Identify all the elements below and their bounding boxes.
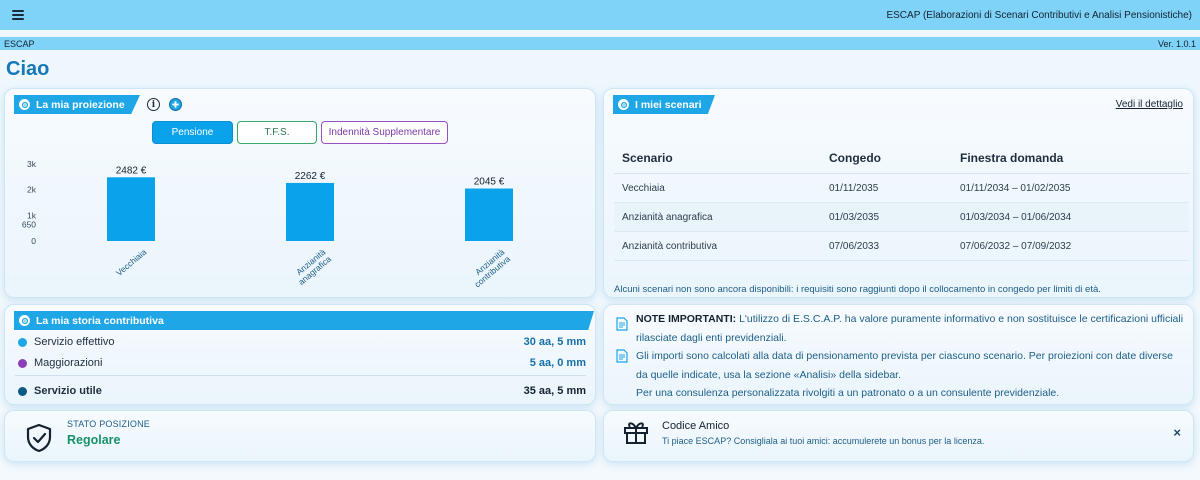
row-value: 30 aa, 5 mm <box>523 336 586 348</box>
gear-icon <box>618 99 629 110</box>
note-text: L'utilizzo di E.S.C.A.P. ha valore puram… <box>739 313 1184 325</box>
row-label: Servizio effettivo <box>34 336 115 348</box>
app-title: ESCAP (Elaborazioni di Scenari Contribut… <box>886 9 1192 21</box>
cell-congedo: 07/06/2033 <box>821 231 952 261</box>
sub-bar: ESCAP Ver. 1.0.1 <box>0 37 1200 50</box>
menu-icon[interactable] <box>12 10 24 20</box>
tab-tfs[interactable]: T.F.S. <box>237 121 317 144</box>
cell-scenario: Vecchiaia <box>614 173 821 203</box>
servizio-effettivo-row: Servizio effettivo 30 aa, 5 mm <box>18 336 586 348</box>
note-card: NOTE IMPORTANTI: L'utilizzo di E.S.C.A.P… <box>603 304 1194 405</box>
proiezione-title: La mia proiezione <box>36 98 125 111</box>
table-row[interactable]: Anzianità anagrafica 01/03/2035 01/03/20… <box>614 202 1189 232</box>
cell-congedo: 01/11/2035 <box>821 173 952 203</box>
note-heading: NOTE IMPORTANTI: <box>636 313 737 325</box>
cell-scenario: Anzianità contributiva <box>614 231 821 261</box>
scenari-title: I miei scenari <box>635 98 702 111</box>
x-tick-label: Anzianitàanagrafica <box>290 247 333 287</box>
legend-dot <box>18 386 27 396</box>
row-value: 5 aa, 0 mm <box>529 357 586 369</box>
note-line-4: da quelle indicate, usa la sezione «Anal… <box>636 369 902 381</box>
y-tick-label: 650 <box>22 219 36 229</box>
scenari-card: I miei scenari Vedi il dettaglio Scenari… <box>603 88 1194 298</box>
tab-indennita[interactable]: Indennità Supplementare <box>321 121 448 144</box>
proiezione-tab: La mia proiezione <box>14 95 140 114</box>
row-label: Maggiorazioni <box>34 357 103 369</box>
pension-bar-chart: 3k2k1k65002482 €Vecchiaia2262 €Anzianità… <box>22 159 513 290</box>
stato-label: STATO POSIZIONE <box>67 419 151 429</box>
amico-title: Codice Amico <box>662 420 730 432</box>
storia-tab: La mia storia contributiva <box>14 311 594 330</box>
table-row[interactable]: Vecchiaia 01/11/2035 01/11/2034 – 01/02/… <box>614 173 1189 203</box>
cell-scenario: Anzianità anagrafica <box>614 202 821 232</box>
legend-dot <box>18 358 27 368</box>
scenari-table: Scenario Congedo Finestra domanda Vecchi… <box>614 145 1189 261</box>
cell-congedo: 01/03/2035 <box>821 202 952 232</box>
legend-dot <box>18 337 27 347</box>
row-label: Servizio utile <box>34 385 102 397</box>
y-tick-label: 3k <box>27 159 37 169</box>
note-line-2: rilasciate dagli enti previdenziali. <box>636 332 787 344</box>
x-tick-label: Vecchiaia <box>114 247 149 278</box>
document-icon <box>616 349 628 363</box>
maggiorazioni-row: Maggiorazioni 5 aa, 0 mm <box>18 357 586 369</box>
col-scenario: Scenario <box>614 145 821 174</box>
tab-pensione[interactable]: Pensione <box>152 121 233 144</box>
shield-check-icon <box>26 423 52 453</box>
info-icon[interactable]: i <box>147 98 160 111</box>
divider <box>15 375 586 376</box>
cell-finestra: 01/03/2034 – 01/06/2034 <box>952 202 1189 232</box>
cell-finestra: 07/06/2032 – 07/09/2032 <box>952 231 1189 261</box>
note-line-5: Per una consulenza personalizzata rivolg… <box>636 387 1060 399</box>
gear-icon <box>19 99 30 110</box>
storia-title: La mia storia contributiva <box>36 314 164 327</box>
cell-finestra: 01/11/2034 – 01/02/2035 <box>952 173 1189 203</box>
y-tick-label: 2k <box>27 185 37 195</box>
gear-icon <box>19 315 30 326</box>
proiezione-card: La mia proiezione i Pensione T.F.S. Inde… <box>4 88 596 298</box>
app-name: ESCAP <box>4 38 35 49</box>
stato-card: STATO POSIZIONE Regolare <box>4 410 596 462</box>
codice-amico-card: Codice Amico Ti piace ESCAP? Consigliala… <box>603 410 1194 462</box>
y-tick-label: 0 <box>31 236 36 246</box>
vedi-dettaglio-link[interactable]: Vedi il dettaglio <box>1116 99 1183 110</box>
col-congedo: Congedo <box>821 145 952 174</box>
bar[interactable] <box>107 177 155 241</box>
col-finestra: Finestra domanda <box>952 145 1189 174</box>
greeting: Ciao <box>6 58 50 80</box>
scenari-note: Alcuni scenari non sono ancora disponibi… <box>614 284 1101 295</box>
row-value: 35 aa, 5 mm <box>523 385 586 397</box>
close-icon[interactable]: × <box>1173 425 1181 440</box>
bar-value-label: 2262 € <box>295 171 326 182</box>
servizio-utile-row: Servizio utile 35 aa, 5 mm <box>18 385 586 397</box>
note-line-1: NOTE IMPORTANTI: L'utilizzo di E.S.C.A.P… <box>636 310 1185 329</box>
note-line-3: Gli importi sono calcolati alla data di … <box>636 350 1173 362</box>
table-header-row: Scenario Congedo Finestra domanda <box>614 145 1189 174</box>
bar-value-label: 2045 € <box>474 177 505 188</box>
add-icon[interactable] <box>169 98 182 111</box>
table-row[interactable]: Anzianità contributiva 07/06/2033 07/06/… <box>614 231 1189 261</box>
document-icon <box>616 317 628 331</box>
bar[interactable] <box>465 188 513 241</box>
bar[interactable] <box>286 182 334 241</box>
x-tick-label: Anzianitàcontributiva <box>467 247 513 290</box>
amico-subtitle: Ti piace ESCAP? Consigliala ai tuoi amic… <box>662 436 985 446</box>
storia-card: La mia storia contributiva Servizio effe… <box>4 304 596 405</box>
bar-value-label: 2482 € <box>116 165 147 176</box>
version-label: Ver. 1.0.1 <box>1157 38 1196 49</box>
gift-icon <box>624 422 648 444</box>
scenari-tab: I miei scenari <box>613 95 715 114</box>
stato-value: Regolare <box>67 433 121 447</box>
top-bar: ESCAP (Elaborazioni di Scenari Contribut… <box>0 0 1200 30</box>
